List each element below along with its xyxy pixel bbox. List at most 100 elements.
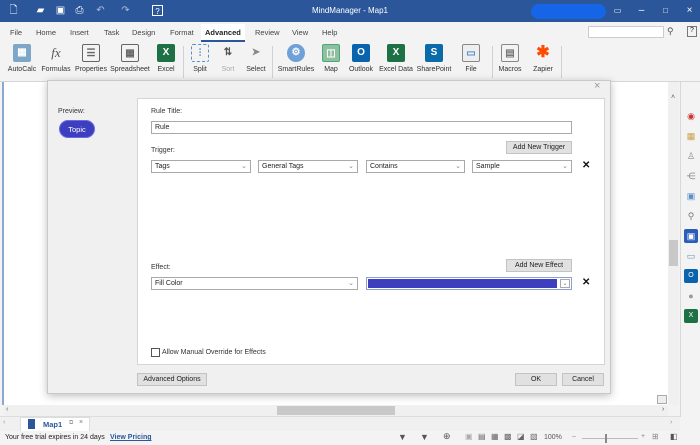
filter-options-icon[interactable]: ▼ — [420, 432, 429, 442]
trigger-group-dropdown[interactable]: General Tags ⌄ — [258, 160, 358, 173]
rule-panel: Rule Title: Rule Trigger: Add New Trigge… — [137, 98, 605, 365]
scroll-thumb[interactable] — [277, 406, 395, 415]
properties-button[interactable]: ☰ Properties — [74, 44, 108, 73]
person-icon[interactable]: ♙ — [684, 149, 698, 163]
maximize-button[interactable]: □ — [660, 5, 671, 16]
close-icon[interactable]: × — [594, 80, 600, 92]
zapier-icon: ✱ — [536, 44, 550, 61]
chevron-down-icon[interactable]: ⌄ — [560, 279, 570, 288]
outlook-icon: O — [352, 44, 370, 62]
vertical-scrollbar[interactable]: ˄ — [668, 82, 679, 405]
tab-map1[interactable]: Map1 ⧉ × — [20, 417, 90, 431]
tab-scroll-right-icon[interactable]: › — [670, 419, 672, 426]
search-input[interactable] — [588, 26, 664, 38]
zoom-slider[interactable] — [582, 438, 638, 439]
excel-icon[interactable]: X — [684, 309, 698, 323]
sort-button[interactable]: ⇅ Sort — [216, 44, 240, 73]
spreadsheet-button[interactable]: ▦ Spreadsheet — [110, 44, 150, 73]
scroll-up-icon[interactable]: ˄ — [671, 94, 675, 101]
tab-format[interactable]: Format — [170, 28, 194, 37]
zoom-out-icon[interactable]: – — [572, 433, 576, 440]
add-new-trigger-button[interactable]: Add New Trigger — [506, 141, 572, 154]
zapier-button[interactable]: ✱ Zapier — [530, 44, 556, 73]
autocalc-button[interactable]: ▦ AutoCalc — [6, 44, 38, 73]
cancel-button[interactable]: Cancel — [562, 373, 604, 386]
notes-icon[interactable]: ▭ — [684, 249, 698, 263]
pin-icon[interactable]: ⧉ — [69, 420, 73, 427]
rule-title-input[interactable]: Rule — [151, 121, 572, 134]
trial-text: Your free trial expires in 24 days — [5, 434, 105, 441]
tab-view[interactable]: View — [292, 28, 308, 37]
effect-type-dropdown[interactable]: Fill Color ⌄ — [151, 277, 358, 290]
browser-icon[interactable]: ● — [684, 289, 698, 303]
ok-button[interactable]: OK — [515, 373, 557, 386]
close-button[interactable]: × — [684, 5, 695, 16]
scroll-right-icon[interactable]: › — [662, 406, 664, 413]
file-button[interactable]: ▭ File — [460, 44, 482, 73]
zoom-in-icon[interactable]: + — [641, 433, 645, 440]
outlook-button[interactable]: O Outlook — [346, 44, 376, 73]
tab-scroll-left-icon[interactable]: ‹ — [3, 419, 5, 426]
tab-help[interactable]: Help — [322, 28, 337, 37]
close-tab-icon[interactable]: × — [79, 419, 83, 426]
minimize-button[interactable]: – — [636, 5, 647, 16]
outlook-icon[interactable]: O — [684, 269, 698, 283]
remove-trigger-icon[interactable]: ✕ — [582, 160, 590, 171]
link-view-icon[interactable]: ◪ — [517, 432, 525, 441]
advanced-options-button[interactable]: Advanced Options — [137, 373, 207, 386]
effect-color-picker[interactable]: ⌄ — [366, 277, 572, 290]
trigger-value-dropdown[interactable]: Sample ⌄ — [472, 160, 572, 173]
task-icon[interactable]: ◉ — [684, 109, 698, 123]
binoculars-icon[interactable]: ⚲ — [667, 26, 674, 37]
smartrules-button[interactable]: ⚙ SmartRules — [276, 44, 316, 73]
fx-icon: fx — [51, 45, 61, 60]
allow-override-checkbox[interactable] — [151, 348, 160, 357]
trigger-operator-dropdown[interactable]: Contains ⌄ — [366, 160, 465, 173]
search-icon[interactable]: ⚲ — [684, 209, 698, 223]
ribbon-display-icon[interactable]: ▭ — [612, 5, 623, 16]
remove-effect-icon[interactable]: ✕ — [582, 277, 590, 288]
trigger-field-dropdown[interactable]: Tags ⌄ — [151, 160, 251, 173]
filter-icon[interactable]: ▼ — [398, 432, 407, 442]
horizontal-scrollbar[interactable]: ‹ › — [4, 405, 668, 416]
map-index-icon[interactable]: ▣ — [684, 229, 698, 243]
account-badge[interactable] — [531, 4, 606, 19]
zoom-level: 100% — [544, 434, 562, 441]
library-icon[interactable]: ▣ — [684, 189, 698, 203]
tab-file[interactable]: File — [10, 28, 22, 37]
focus-view-icon[interactable]: ▧ — [530, 432, 538, 441]
tab-advanced[interactable]: Advanced — [201, 24, 245, 42]
menu-bar: File Home Insert Task Design Format Adva… — [0, 22, 700, 42]
view-icon[interactable]: ▣ — [465, 432, 473, 441]
scroll-left-icon[interactable]: ‹ — [6, 406, 8, 413]
chevron-down-icon: ⌄ — [241, 163, 247, 170]
select-button[interactable]: ➤ Select — [244, 44, 268, 73]
macros-button[interactable]: ▤ Macros — [496, 44, 524, 73]
tab-insert[interactable]: Insert — [70, 28, 89, 37]
fit-icon[interactable]: ⊞ — [652, 432, 659, 441]
view-pricing-link[interactable]: View Pricing — [110, 434, 152, 441]
add-topic-icon[interactable]: ⊕ — [443, 431, 451, 442]
excel-button[interactable]: X Excel — [153, 44, 179, 73]
tab-task[interactable]: Task — [104, 28, 119, 37]
schedule-view-icon[interactable]: ▩ — [504, 432, 512, 441]
scroll-thumb[interactable] — [669, 240, 678, 266]
help-icon[interactable]: ? — [687, 26, 697, 37]
fit-map-icon[interactable] — [657, 395, 667, 404]
calendar-icon[interactable]: ▦ — [684, 129, 698, 143]
split-button[interactable]: ⫶ Split — [188, 44, 212, 73]
tab-home[interactable]: Home — [36, 28, 56, 37]
sharepoint-button[interactable]: S SharePoint — [416, 44, 452, 73]
tab-review[interactable]: Review — [255, 28, 280, 37]
tab-design[interactable]: Design — [132, 28, 155, 37]
excel-data-button[interactable]: X Excel Data — [378, 44, 414, 73]
formulas-button[interactable]: fx Formulas — [40, 44, 72, 73]
outline-view-icon[interactable]: ▤ — [478, 432, 486, 441]
add-new-effect-button[interactable]: Add New Effect — [506, 259, 572, 272]
map-parts-icon[interactable]: ⋲ — [684, 169, 698, 183]
gantt-view-icon[interactable]: ▦ — [491, 432, 499, 441]
panel-toggle-icon[interactable]: ◧ — [670, 432, 678, 441]
zoom-slider-thumb[interactable] — [605, 434, 607, 443]
map-button[interactable]: ◫ Map — [320, 44, 342, 73]
chevron-down-icon: ⌄ — [348, 280, 354, 287]
